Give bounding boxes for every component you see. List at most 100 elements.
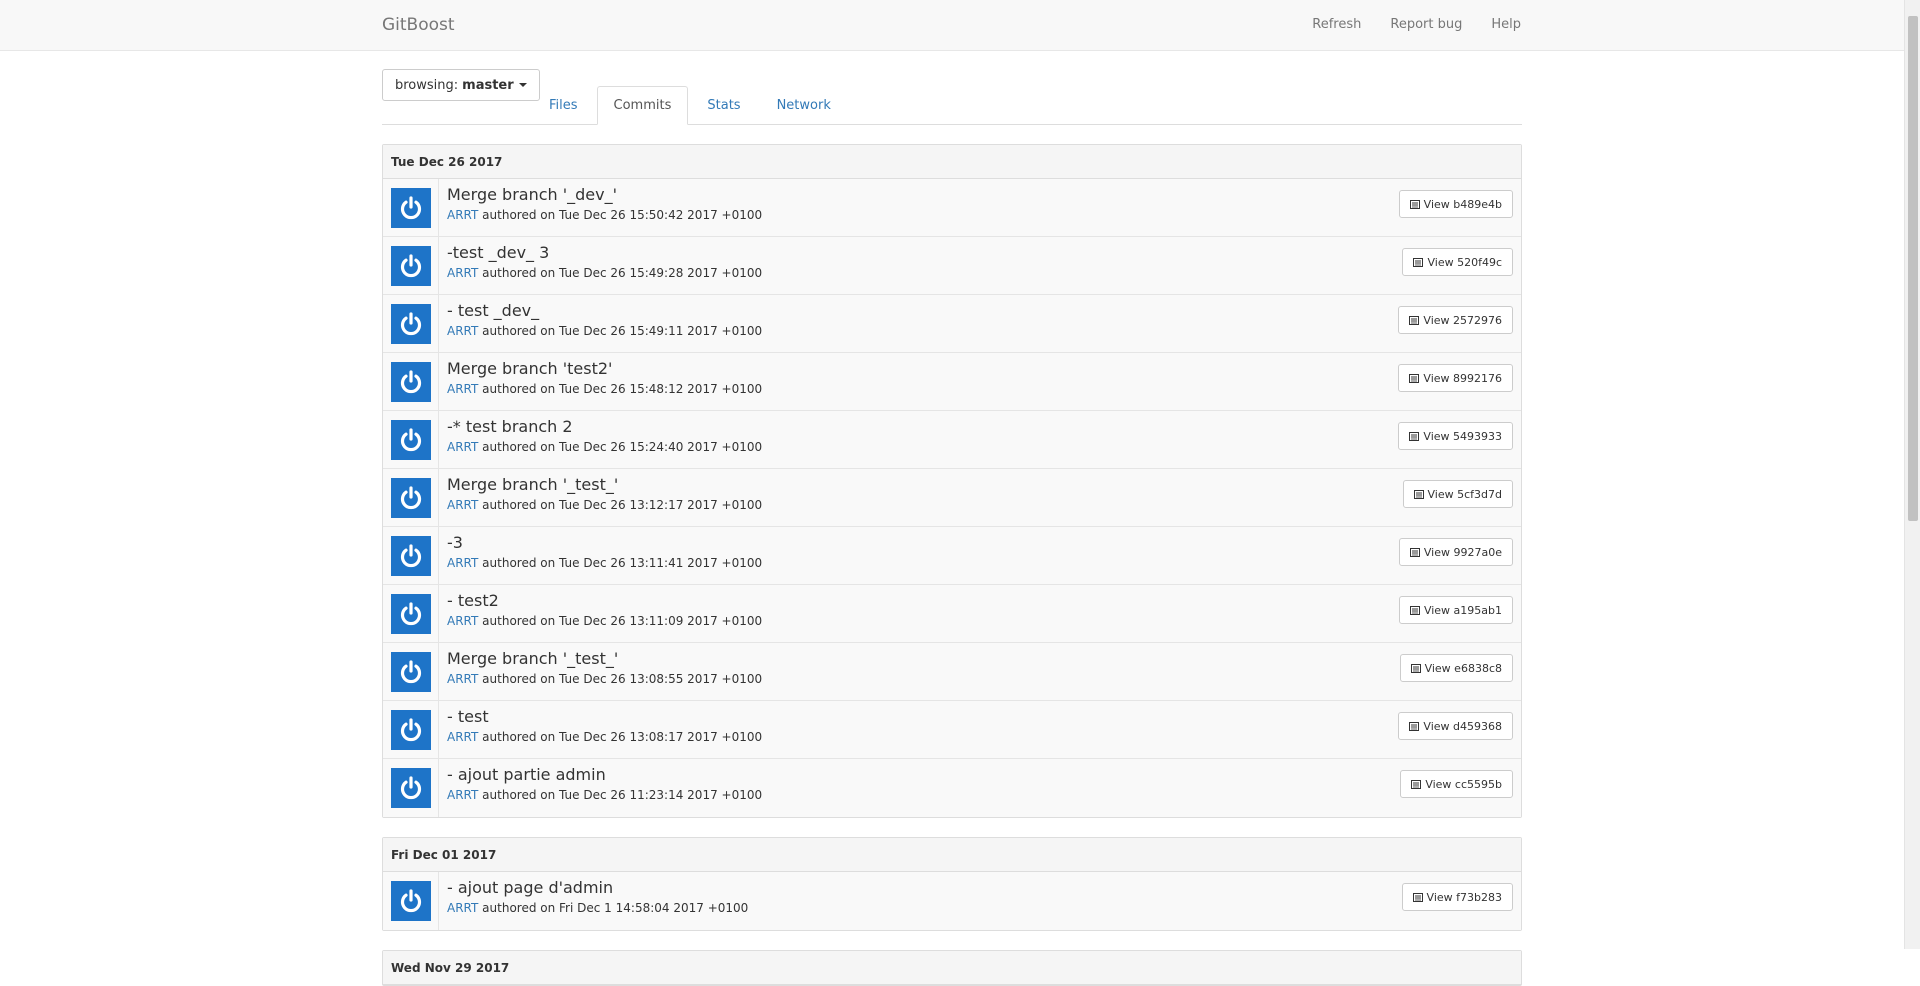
power-icon — [400, 311, 421, 335]
commit-meta: ARRT authored on Tue Dec 26 15:49:28 201… — [447, 266, 1513, 280]
commit-date: Tue Dec 26 13:12:17 2017 +0100 — [559, 498, 763, 512]
commit-row: - test2 ARRT authored on Tue Dec 26 13:1… — [383, 585, 1521, 643]
commit-row: Merge branch '_test_' ARRT authored on T… — [383, 643, 1521, 701]
view-commit-label: View e6838c8 — [1424, 661, 1502, 675]
commit-date: Tue Dec 26 15:49:28 2017 +0100 — [559, 266, 763, 280]
view-commit-label: View f73b283 — [1426, 890, 1502, 904]
avatar — [390, 303, 431, 344]
commit-author-link[interactable]: ARRT — [447, 672, 478, 686]
commit-author-link[interactable]: ARRT — [447, 788, 478, 802]
commit-body: Merge branch '_test_' ARRT authored on T… — [439, 643, 1521, 700]
commit-message: - test — [447, 707, 489, 726]
view-commit-button[interactable]: View 9927a0e — [1398, 538, 1513, 566]
commit-author-link[interactable]: ARRT — [447, 208, 478, 222]
list-icon — [1409, 315, 1420, 325]
commit-message: -3 — [447, 533, 463, 552]
authored-label: authored on — [482, 556, 560, 570]
commit-author-link[interactable]: ARRT — [447, 614, 478, 628]
view-commit-label: View a195ab1 — [1423, 603, 1502, 617]
power-icon — [400, 601, 421, 625]
authored-label: authored on — [482, 498, 560, 512]
commit-author-link[interactable]: ARRT — [447, 266, 478, 280]
tab-commits[interactable]: Commits — [596, 86, 689, 125]
avatar — [390, 881, 431, 921]
avatar-cell — [383, 469, 439, 526]
commit-body: Merge branch '_test_' ARRT authored on T… — [439, 469, 1521, 526]
tab-stats[interactable]: Stats — [690, 86, 757, 125]
commit-row: - ajout page d'admin ARRT authored on Fr… — [383, 872, 1521, 930]
refresh-link[interactable]: Refresh — [1312, 17, 1361, 32]
view-commit-button[interactable]: View 8992176 — [1398, 364, 1513, 392]
commit-body: - test _dev_ ARRT authored on Tue Dec 26… — [439, 295, 1521, 352]
commit-author-link[interactable]: ARRT — [447, 382, 478, 396]
commit-day-header: Wed Nov 29 2017 — [383, 951, 1521, 985]
avatar-cell — [383, 872, 439, 930]
commit-day-panel: Wed Nov 29 2017 — [382, 950, 1522, 986]
commit-meta: ARRT authored on Tue Dec 26 13:11:09 201… — [447, 614, 1513, 628]
power-icon — [400, 195, 421, 219]
branch-dropdown-button[interactable]: browsing: master — [382, 69, 540, 101]
view-commit-button[interactable]: View d459368 — [1398, 712, 1513, 740]
commit-row: - test ARRT authored on Tue Dec 26 13:08… — [383, 701, 1521, 759]
commit-row: -3 ARRT authored on Tue Dec 26 13:11:41 … — [383, 527, 1521, 585]
commit-row: Merge branch 'test2' ARRT authored on Tu… — [383, 353, 1521, 411]
commit-date: Tue Dec 26 15:24:40 2017 +0100 — [559, 440, 763, 454]
commit-meta: ARRT authored on Tue Dec 26 13:12:17 201… — [447, 498, 1513, 512]
commit-message: -* test branch 2 — [447, 417, 573, 436]
report-bug-link[interactable]: Report bug — [1390, 17, 1462, 32]
power-icon — [400, 543, 421, 567]
view-commit-button[interactable]: View 5cf3d7d — [1402, 480, 1513, 508]
commit-row: - ajout partie admin ARRT authored on Tu… — [383, 759, 1521, 817]
view-commit-button[interactable]: View cc5595b — [1400, 770, 1513, 798]
avatar — [390, 187, 431, 228]
avatar-cell — [383, 237, 439, 294]
view-commit-button[interactable]: View 520f49c — [1402, 248, 1513, 276]
view-commit-label: View 8992176 — [1423, 371, 1502, 385]
commit-author-link[interactable]: ARRT — [447, 730, 478, 744]
authored-label: authored on — [482, 382, 560, 396]
scrollbar-thumb[interactable] — [1908, 16, 1918, 521]
view-commit-button[interactable]: View b489e4b — [1398, 190, 1513, 218]
brand-link[interactable]: GitBoost — [382, 15, 455, 35]
main-container: browsing: master Files Commits Stats Net… — [382, 51, 1522, 986]
commit-body: Merge branch 'test2' ARRT authored on Tu… — [439, 353, 1521, 410]
tab-files[interactable]: Files — [532, 86, 595, 125]
avatar — [390, 709, 431, 750]
view-commit-button[interactable]: View 2572976 — [1398, 306, 1513, 334]
authored-label: authored on — [482, 672, 560, 686]
help-link[interactable]: Help — [1491, 17, 1521, 32]
tab-network[interactable]: Network — [760, 86, 848, 125]
list-icon — [1409, 373, 1420, 383]
commit-row: -test _dev_ 3 ARRT authored on Tue Dec 2… — [383, 237, 1521, 295]
view-commit-button[interactable]: View a195ab1 — [1398, 596, 1513, 624]
avatar-cell — [383, 643, 439, 700]
commit-row: -* test branch 2 ARRT authored on Tue De… — [383, 411, 1521, 469]
repo-tabs: Files Commits Stats Network — [532, 86, 850, 125]
authored-label: authored on — [482, 266, 560, 280]
view-commit-button[interactable]: View f73b283 — [1401, 883, 1513, 911]
avatar-cell — [383, 295, 439, 352]
commit-author-link[interactable]: ARRT — [447, 556, 478, 570]
page-scrollbar[interactable] — [1904, 0, 1920, 949]
commit-author-link[interactable]: ARRT — [447, 901, 478, 915]
commit-author-link[interactable]: ARRT — [447, 440, 478, 454]
commit-meta: ARRT authored on Tue Dec 26 13:11:41 201… — [447, 556, 1513, 570]
view-commit-button[interactable]: View e6838c8 — [1399, 654, 1513, 682]
commit-date: Tue Dec 26 11:23:14 2017 +0100 — [559, 788, 763, 802]
commit-day-header: Tue Dec 26 2017 — [383, 145, 1521, 179]
power-icon — [400, 659, 421, 683]
commit-meta: ARRT authored on Tue Dec 26 15:24:40 201… — [447, 440, 1513, 454]
commit-meta: ARRT authored on Tue Dec 26 15:48:12 201… — [447, 382, 1513, 396]
list-icon — [1413, 489, 1424, 499]
commit-author-link[interactable]: ARRT — [447, 324, 478, 338]
commit-date: Fri Dec 1 14:58:04 2017 +0100 — [559, 901, 749, 915]
commit-author-link[interactable]: ARRT — [447, 498, 478, 512]
authored-label: authored on — [482, 208, 560, 222]
avatar — [390, 419, 431, 460]
commit-row: Merge branch '_test_' ARRT authored on T… — [383, 469, 1521, 527]
view-commit-button[interactable]: View 5493933 — [1398, 422, 1513, 450]
avatar — [390, 477, 431, 518]
avatar-cell — [383, 759, 439, 817]
avatar — [390, 535, 431, 576]
avatar-cell — [383, 585, 439, 642]
